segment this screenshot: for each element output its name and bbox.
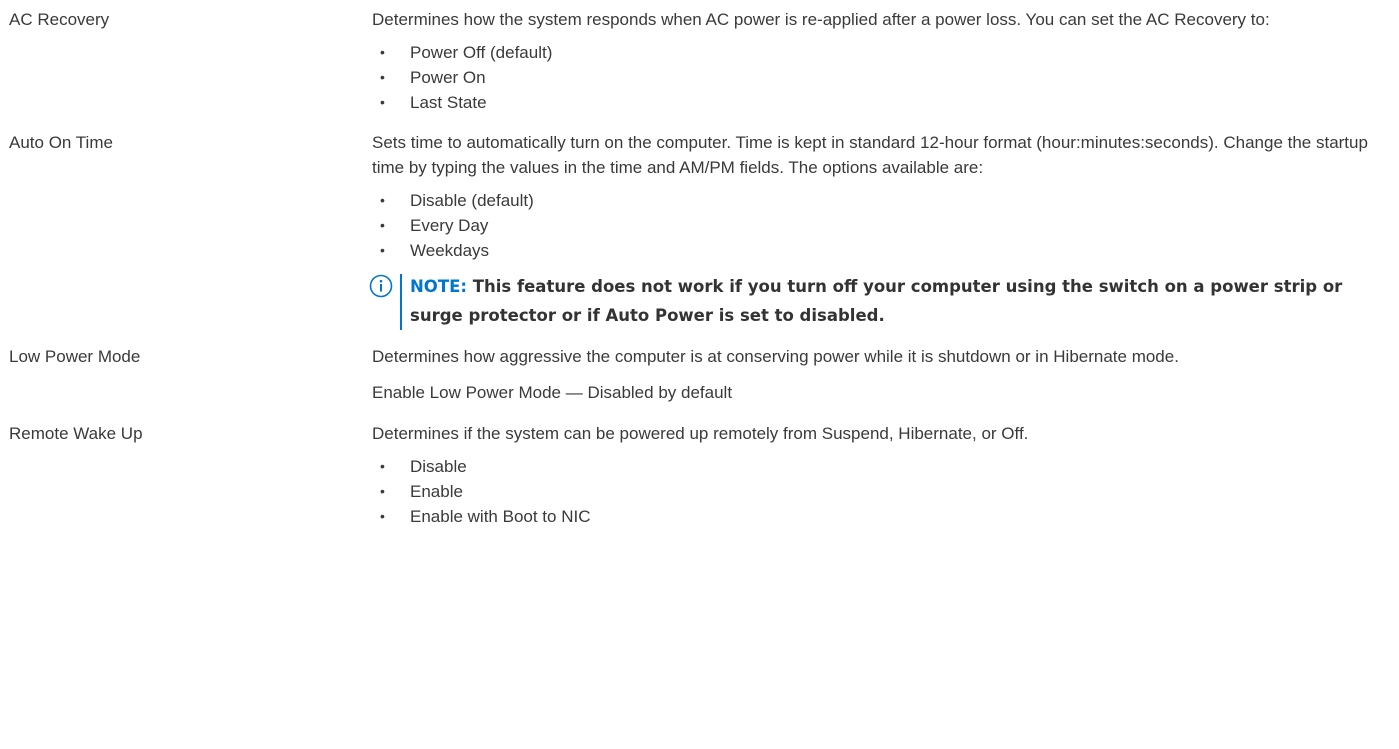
setting-description: Determines how the system responds when … — [372, 7, 1394, 115]
setting-description: Determines if the system can be powered … — [372, 421, 1394, 529]
note-label: NOTE: — [410, 277, 467, 296]
setting-label: AC Recovery — [9, 10, 110, 29]
bullet-icon: • — [380, 69, 385, 85]
bullet-icon: • — [380, 94, 385, 110]
note-divider — [400, 274, 402, 330]
note-text: NOTE: This feature does not work if you … — [410, 272, 1394, 330]
bullet-icon: • — [380, 217, 385, 233]
option-item: • Last State — [372, 90, 1394, 115]
option-item: • Power On — [372, 65, 1394, 90]
option-text: Disable (default) — [410, 191, 534, 210]
note-body: This feature does not work if you turn o… — [410, 277, 1343, 325]
option-text: Weekdays — [410, 241, 490, 260]
description-text: Sets time to automatically turn on the c… — [372, 133, 1368, 177]
description-text: Determines if the system can be powered … — [372, 424, 1029, 443]
description-text: Determines how aggressive the computer i… — [372, 347, 1179, 366]
option-text: Disable — [410, 457, 467, 476]
option-text: Last State — [410, 93, 487, 112]
option-item: • Weekdays — [372, 238, 1394, 263]
option-item: • Every Day — [372, 213, 1394, 238]
setting-row-auto-on-time: Auto On Time Sets time to automatically … — [9, 130, 1394, 330]
info-icon — [369, 274, 393, 298]
bullet-icon: • — [380, 44, 385, 60]
description-text: Determines how the system responds when … — [372, 10, 1270, 29]
option-text: Every Day — [410, 216, 489, 235]
option-item: • Disable — [372, 454, 1394, 479]
option-text: Enable — [410, 482, 463, 501]
setting-label: Remote Wake Up — [9, 424, 143, 443]
option-text: Power Off (default) — [410, 43, 553, 62]
note-callout: NOTE: This feature does not work if you … — [369, 272, 1394, 330]
option-item: • Power Off (default) — [372, 40, 1394, 65]
setting-label: Auto On Time — [9, 133, 113, 152]
option-item: • Disable (default) — [372, 188, 1394, 213]
bullet-icon: • — [380, 508, 385, 524]
bullet-icon: • — [380, 483, 385, 499]
option-text: Enable with Boot to NIC — [410, 507, 591, 526]
setting-label: Low Power Mode — [9, 347, 141, 366]
setting-description: Determines how aggressive the computer i… — [372, 344, 1394, 405]
options-list: • Disable (default) • Every Day • Weekdays — [372, 188, 1394, 263]
bullet-icon: • — [380, 192, 385, 208]
setting-row-low-power-mode: Low Power Mode Determines how aggressive… — [9, 344, 1394, 405]
option-text: Power On — [410, 68, 486, 87]
setting-row-ac-recovery: AC Recovery Determines how the system re… — [9, 7, 1394, 115]
bullet-icon: • — [380, 458, 385, 474]
options-list: • Disable • Enable • Enable with Boot to NI… — [372, 454, 1394, 529]
default-state-text: Enable Low Power Mode — Disabled by defa… — [372, 383, 733, 402]
options-list: • Power Off (default) • Power On • Last Sta… — [372, 40, 1394, 115]
setting-row-remote-wake-up: Remote Wake Up Determines if the system … — [9, 421, 1394, 529]
bullet-icon: • — [380, 242, 385, 258]
settings-table: AC Recovery Determines how the system re… — [9, 7, 1394, 529]
setting-description: Sets time to automatically turn on the c… — [369, 130, 1394, 330]
option-item: • Enable — [372, 479, 1394, 504]
option-item: • Enable with Boot to NIC — [372, 504, 1394, 529]
